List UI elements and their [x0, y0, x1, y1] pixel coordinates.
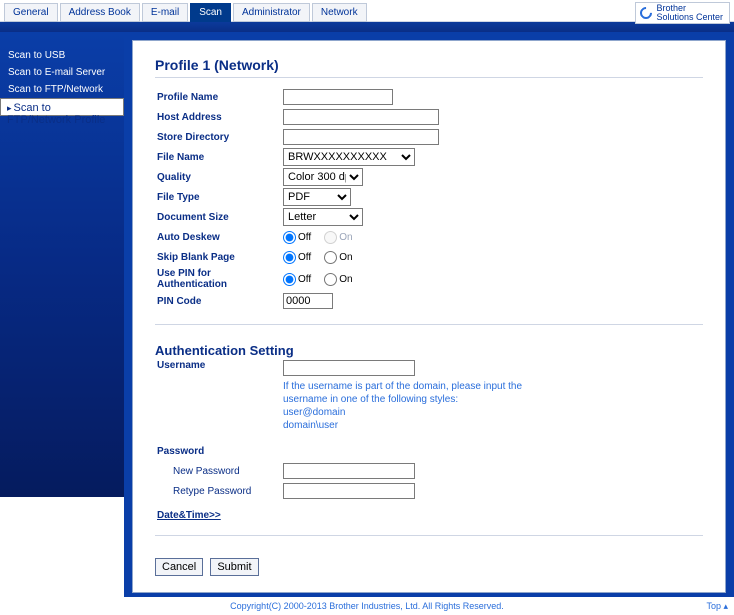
label-file-name: File Name	[155, 152, 283, 163]
label-host-address: Host Address	[155, 112, 283, 123]
sidebar-item-scan-to-usb[interactable]: Scan to USB	[0, 47, 124, 64]
tab-administrator[interactable]: Administrator	[233, 3, 310, 22]
skip-blank-radios: Off On	[283, 251, 363, 264]
profile-name-input[interactable]	[283, 89, 393, 105]
label-document-size: Document Size	[155, 212, 283, 223]
banner-bar	[0, 22, 734, 32]
auto-deskew-on	[324, 231, 337, 244]
label-store-directory: Store Directory	[155, 132, 283, 143]
sidebar-item-scan-to-e-mail-server[interactable]: Scan to E-mail Server	[0, 64, 124, 81]
main-container: Scan to USBScan to E-mail ServerScan to …	[0, 32, 734, 597]
file-name-select[interactable]: BRWXXXXXXXXXX	[283, 148, 415, 166]
label-use-pin: Use PIN for Authentication	[155, 268, 283, 290]
label-password: Password	[155, 446, 283, 457]
divider	[155, 77, 703, 78]
file-type-select[interactable]: PDF	[283, 188, 351, 206]
page-title: Profile 1 (Network)	[155, 57, 703, 73]
copyright-text: Copyright(C) 2000-2013 Brother Industrie…	[230, 601, 504, 611]
quality-select[interactable]: Color 300 dpi	[283, 168, 363, 186]
label-username: Username	[155, 360, 283, 371]
host-address-input[interactable]	[283, 109, 439, 125]
submit-button[interactable]: Submit	[210, 558, 258, 576]
tab-address-book[interactable]: Address Book	[60, 3, 140, 22]
tab-scan[interactable]: Scan	[190, 3, 231, 22]
skip-blank-on[interactable]	[324, 251, 337, 264]
cancel-button[interactable]: Cancel	[155, 558, 203, 576]
form-actions: Cancel Submit	[155, 558, 703, 576]
username-input[interactable]	[283, 360, 415, 376]
use-pin-off[interactable]	[283, 273, 296, 286]
label-file-type: File Type	[155, 192, 283, 203]
store-directory-input[interactable]	[283, 129, 439, 145]
back-to-top-link[interactable]: Top ▴	[706, 601, 728, 612]
divider	[155, 324, 703, 325]
retype-password-input[interactable]	[283, 483, 415, 499]
content-wrap: Profile 1 (Network) Profile Name Host Ad…	[124, 32, 734, 597]
brand-text: BrotherSolutions Center	[656, 4, 723, 22]
auto-deskew-radios: Off On	[283, 231, 363, 244]
label-retype-password: Retype Password	[155, 486, 283, 497]
pin-code-input[interactable]	[283, 293, 333, 309]
brand-link[interactable]: BrotherSolutions Center	[635, 2, 730, 24]
label-auto-deskew: Auto Deskew	[155, 232, 283, 243]
date-time-link[interactable]: Date&Time>>	[155, 510, 221, 521]
label-pin-code: PIN Code	[155, 296, 283, 307]
auto-deskew-off[interactable]	[283, 231, 296, 244]
label-quality: Quality	[155, 172, 283, 183]
use-pin-radios: Off On	[283, 273, 363, 286]
auth-setting-title: Authentication Setting	[155, 343, 703, 358]
tab-general[interactable]: General	[4, 3, 58, 22]
document-size-select[interactable]: Letter	[283, 208, 363, 226]
label-skip-blank: Skip Blank Page	[155, 252, 283, 263]
skip-blank-off[interactable]	[283, 251, 296, 264]
username-hint: If the username is part of the domain, p…	[283, 380, 522, 432]
main-tabs: GeneralAddress BookE-mailScanAdministrat…	[4, 0, 734, 22]
footer: Copyright(C) 2000-2013 Brother Industrie…	[0, 597, 734, 615]
content-panel: Profile 1 (Network) Profile Name Host Ad…	[132, 40, 726, 593]
sidebar-item-scan-to-ftp-network-profile[interactable]: Scan to FTP/Network Profile	[0, 98, 124, 116]
divider	[155, 535, 703, 536]
new-password-input[interactable]	[283, 463, 415, 479]
top-bar: GeneralAddress BookE-mailScanAdministrat…	[0, 0, 734, 22]
brother-logo-icon	[638, 5, 655, 22]
label-profile-name: Profile Name	[155, 92, 283, 103]
tab-e-mail[interactable]: E-mail	[142, 3, 188, 22]
label-new-password: New Password	[155, 466, 283, 477]
tab-network[interactable]: Network	[312, 3, 367, 22]
use-pin-on[interactable]	[324, 273, 337, 286]
sidebar: Scan to USBScan to E-mail ServerScan to …	[0, 32, 124, 497]
sidebar-item-scan-to-ftp-network[interactable]: Scan to FTP/Network	[0, 81, 124, 98]
